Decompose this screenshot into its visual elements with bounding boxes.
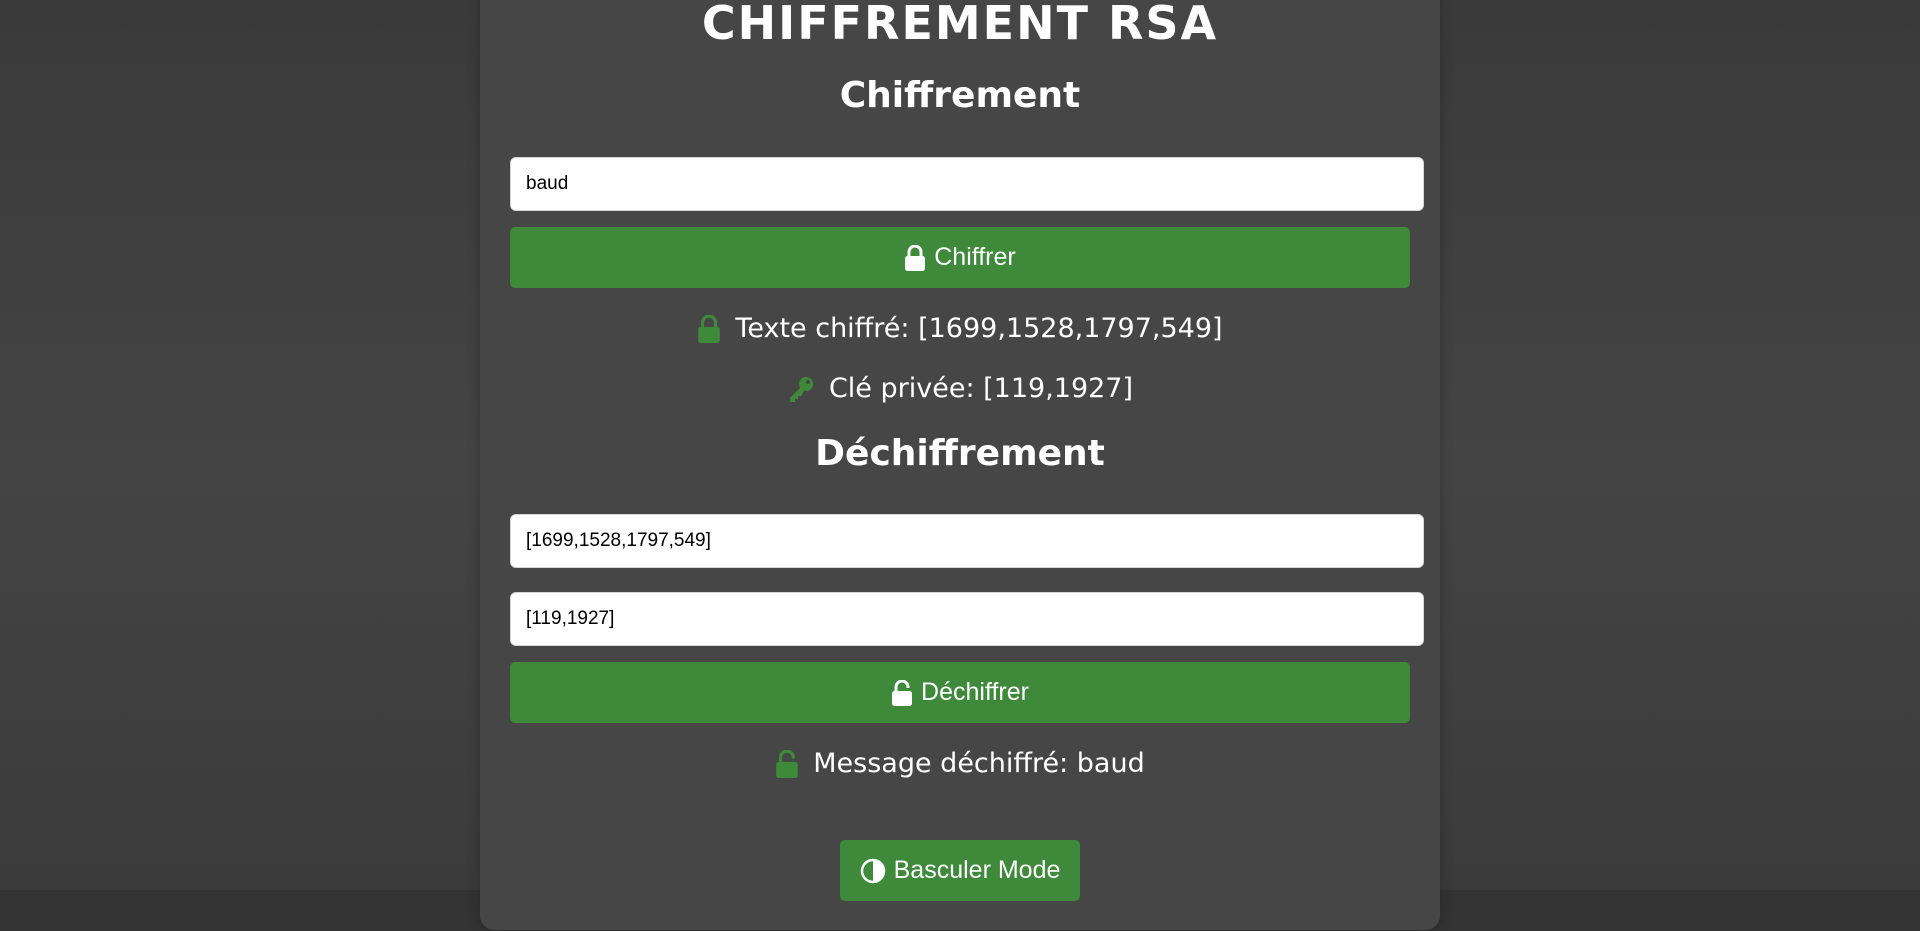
unlock-icon [891, 679, 913, 706]
decrypt-heading: Déchiffrement [815, 433, 1105, 474]
lock-icon [904, 244, 926, 271]
ciphertext-input[interactable] [510, 514, 1424, 568]
rsa-card: CHIFFREMENT RSA Chiffrement Chiffrer Tex… [480, 0, 1440, 930]
toggle-mode-button[interactable]: Basculer Mode [840, 840, 1080, 901]
private-key-input[interactable] [510, 592, 1424, 646]
key-icon [787, 375, 815, 403]
cipher-result-text: Texte chiffré: [1699,1528,1797,549] [735, 313, 1223, 344]
encrypt-heading: Chiffrement [839, 75, 1081, 116]
page-title: CHIFFREMENT RSA [701, 0, 1219, 50]
lock-icon [697, 314, 721, 343]
decrypt-button-label: Déchiffrer [921, 678, 1029, 706]
plaintext-input[interactable] [510, 157, 1424, 211]
private-key-result: Clé privée: [119,1927] [480, 373, 1440, 404]
decrypt-button[interactable]: Déchiffrer [510, 662, 1410, 723]
cipher-result: Texte chiffré: [1699,1528,1797,549] [480, 313, 1440, 344]
decrypted-result-text: Message déchiffré: baud [813, 748, 1145, 779]
encrypt-button-label: Chiffrer [934, 243, 1016, 271]
encrypt-button[interactable]: Chiffrer [510, 227, 1410, 288]
unlock-icon [775, 749, 799, 778]
toggle-mode-label: Basculer Mode [893, 856, 1061, 884]
contrast-icon [860, 858, 886, 884]
decrypted-result: Message déchiffré: baud [480, 748, 1440, 779]
private-key-text: Clé privée: [119,1927] [828, 373, 1134, 404]
